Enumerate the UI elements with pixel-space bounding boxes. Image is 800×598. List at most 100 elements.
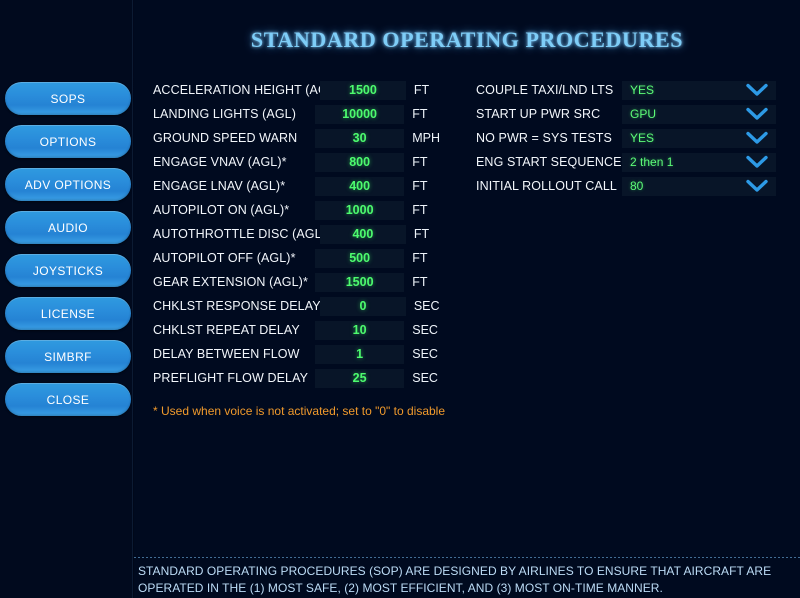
- setting-value: 800: [349, 155, 371, 169]
- chevron-down-icon[interactable]: [746, 155, 768, 169]
- dropdown-select[interactable]: 2 then 1: [622, 152, 776, 172]
- setting-value-input[interactable]: 500: [315, 248, 405, 268]
- sidebar-nav: SOPS OPTIONS ADV OPTIONS AUDIO JOYSTICKS LICE…: [5, 82, 131, 426]
- setting-label: ENGAGE VNAV (AGL)*: [153, 155, 287, 169]
- setting-label: CHKLST RESPONSE DELAY: [153, 299, 321, 313]
- setting-row: GROUND SPEED WARN 30 MPH: [153, 126, 453, 150]
- chevron-down-icon[interactable]: [746, 83, 768, 97]
- dropdown-selected-value: 80: [630, 179, 644, 193]
- setting-unit: SEC: [413, 299, 440, 313]
- setting-label: LANDING LIGHTS (AGL): [153, 107, 296, 121]
- sidebar-item-simbrf[interactable]: SIMBRF: [5, 340, 131, 373]
- setting-value-input[interactable]: 1: [315, 344, 405, 364]
- sidebar-item-adv-options[interactable]: ADV OPTIONS: [5, 168, 131, 201]
- setting-row: PREFLIGHT FLOW DELAY 25 SEC: [153, 366, 453, 390]
- setting-row: ENGAGE VNAV (AGL)* 800 FT: [153, 150, 453, 174]
- sidebar-item-label: SIMBRF: [44, 349, 92, 364]
- setting-value-input[interactable]: 400: [315, 176, 405, 196]
- setting-value-input[interactable]: 1000: [315, 200, 405, 220]
- setting-label: AUTOPILOT OFF (AGL)*: [153, 251, 296, 265]
- setting-label: PREFLIGHT FLOW DELAY: [153, 371, 309, 385]
- sidebar-item-label: OPTIONS: [39, 134, 97, 149]
- setting-label: DELAY BETWEEN FLOW: [153, 347, 300, 361]
- setting-unit: FT: [412, 275, 428, 289]
- numeric-settings-list: ACCELERATION HEIGHT (AGL) 1500 FT LANDING L…: [153, 78, 453, 390]
- setting-value: 500: [349, 251, 371, 265]
- sidebar-item-close[interactable]: CLOSE: [5, 383, 131, 416]
- setting-row: LANDING LIGHTS (AGL) 10000 FT: [153, 102, 453, 126]
- dropdown-row: COUPLE TAXI/LND LTS YES: [476, 78, 786, 102]
- sidebar-item-label: CLOSE: [46, 392, 90, 407]
- setting-value: 1000: [345, 203, 374, 217]
- dropdown-label: COUPLE TAXI/LND LTS: [476, 83, 614, 97]
- dropdown-select[interactable]: YES: [622, 128, 776, 148]
- sidebar-item-audio[interactable]: AUDIO: [5, 211, 131, 244]
- setting-label: AUTOTHROTTLE DISC (AGL)*: [153, 227, 331, 241]
- dropdown-label: INITIAL ROLLOUT CALL: [476, 179, 617, 193]
- setting-unit: SEC: [412, 371, 438, 385]
- setting-value: 10: [352, 323, 367, 337]
- dropdown-row: NO PWR = SYS TESTS YES: [476, 126, 786, 150]
- setting-row: ACCELERATION HEIGHT (AGL) 1500 FT: [153, 78, 453, 102]
- sidebar-item-options[interactable]: OPTIONS: [5, 125, 131, 158]
- sidebar-item-label: LICENSE: [40, 306, 96, 321]
- dropdown-label: ENG START SEQUENCE: [476, 155, 622, 169]
- setting-unit: FT: [412, 179, 428, 193]
- chevron-down-icon[interactable]: [746, 107, 768, 121]
- dropdown-select[interactable]: YES: [622, 80, 776, 100]
- sidebar-item-label: JOYSTICKS: [32, 263, 104, 278]
- setting-value: 1: [356, 347, 364, 361]
- status-bar-text: STANDARD OPERATING PROCEDURES (SOP) ARE …: [138, 564, 772, 595]
- setting-value-input[interactable]: 1500: [320, 80, 406, 100]
- setting-value: 1500: [349, 83, 377, 97]
- sidebar-item-joysticks[interactable]: JOYSTICKS: [5, 254, 131, 287]
- sidebar-item-label: SOPS: [50, 91, 86, 106]
- dropdown-selected-value: 2 then 1: [630, 155, 674, 169]
- setting-value-input[interactable]: 25: [315, 368, 405, 388]
- setting-value-input[interactable]: 800: [315, 152, 405, 172]
- setting-label: ACCELERATION HEIGHT (AGL): [153, 83, 340, 97]
- setting-unit: SEC: [412, 347, 438, 361]
- dropdown-label: NO PWR = SYS TESTS: [476, 131, 612, 145]
- setting-value-input[interactable]: 30: [315, 128, 405, 148]
- sidebar-item-label: AUDIO: [47, 220, 88, 235]
- setting-row: GEAR EXTENSION (AGL)* 1500 FT: [153, 270, 453, 294]
- setting-value: 0: [359, 299, 367, 313]
- dropdown-label: START UP PWR SRC: [476, 107, 601, 121]
- setting-unit: FT: [412, 155, 428, 169]
- setting-value: 30: [352, 131, 367, 145]
- setting-unit: SEC: [412, 323, 438, 337]
- dropdown-select[interactable]: GPU: [622, 104, 776, 124]
- dropdown-row: ENG START SEQUENCE 2 then 1: [476, 150, 786, 174]
- setting-unit: FT: [412, 203, 428, 217]
- sidebar-item-sops[interactable]: SOPS: [5, 82, 131, 115]
- chevron-down-icon[interactable]: [746, 131, 768, 145]
- setting-value-input[interactable]: 10: [315, 320, 405, 340]
- setting-row: AUTOPILOT OFF (AGL)* 500 FT: [153, 246, 453, 270]
- dropdown-settings-list: COUPLE TAXI/LND LTS YES START UP PWR SRC GP…: [476, 78, 786, 198]
- dropdown-selected-value: YES: [630, 83, 655, 97]
- dropdown-select[interactable]: 80: [622, 176, 776, 196]
- setting-row: DELAY BETWEEN FLOW 1 SEC: [153, 342, 453, 366]
- chevron-down-icon[interactable]: [746, 179, 768, 193]
- setting-value: 400: [352, 227, 374, 241]
- dropdown-row: INITIAL ROLLOUT CALL 80: [476, 174, 786, 198]
- sidebar-item-label: ADV OPTIONS: [24, 177, 112, 192]
- setting-row: AUTOPILOT ON (AGL)* 1000 FT: [153, 198, 453, 222]
- sidebar-item-license[interactable]: LICENSE: [5, 297, 131, 330]
- setting-row: CHKLST RESPONSE DELAY 0 SEC: [153, 294, 453, 318]
- setting-unit: FT: [413, 83, 430, 97]
- setting-label: GEAR EXTENSION (AGL)*: [153, 275, 308, 289]
- setting-row: CHKLST REPEAT DELAY 10 SEC: [153, 318, 453, 342]
- setting-value-input[interactable]: 400: [320, 224, 406, 244]
- dropdown-selected-value: YES: [630, 131, 655, 145]
- setting-label: ENGAGE LNAV (AGL)*: [153, 179, 286, 193]
- setting-unit: FT: [412, 107, 428, 121]
- page-title: STANDARD OPERATING PROCEDURES: [250, 27, 684, 52]
- setting-value-input[interactable]: 0: [320, 296, 406, 316]
- setting-value-input[interactable]: 1500: [315, 272, 405, 292]
- setting-row: AUTOTHROTTLE DISC (AGL)* 400 FT: [153, 222, 453, 246]
- setting-unit: MPH: [412, 131, 441, 145]
- setting-row: ENGAGE LNAV (AGL)* 400 FT: [153, 174, 453, 198]
- setting-value-input[interactable]: 10000: [315, 104, 405, 124]
